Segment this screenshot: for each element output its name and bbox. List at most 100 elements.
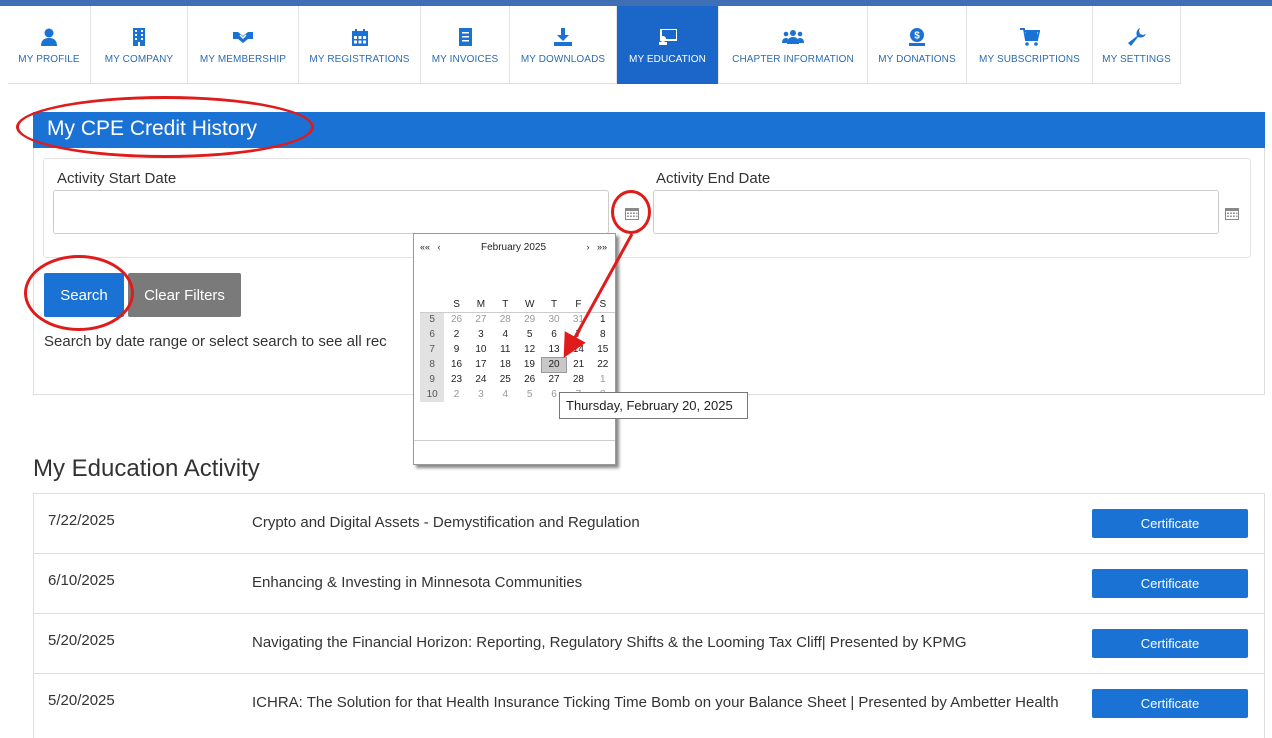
next-month-button[interactable]: ›: [581, 242, 595, 252]
day-cell[interactable]: 10: [469, 342, 493, 357]
day-cell[interactable]: 4: [493, 387, 517, 402]
day-cell[interactable]: 5: [518, 327, 542, 342]
day-cell[interactable]: 11: [493, 342, 517, 357]
nav-item-my-registrations[interactable]: MY REGISTRATIONS: [299, 6, 421, 84]
week-number: 5: [420, 312, 445, 327]
certificate-button[interactable]: Certificate: [1092, 569, 1248, 598]
day-cell[interactable]: 6: [542, 327, 566, 342]
nav-label: MY INVOICES: [431, 54, 499, 65]
weekday-label: F: [566, 297, 591, 313]
download-icon: [552, 26, 574, 48]
activity-title: Crypto and Digital Assets - Demystificat…: [252, 514, 640, 531]
prev-month-button[interactable]: ‹: [432, 242, 446, 252]
education-activity-title: My Education Activity: [33, 455, 260, 482]
day-cell[interactable]: 27: [469, 312, 493, 327]
invoice-icon: [454, 26, 476, 48]
nav-item-my-company[interactable]: MY COMPANY: [91, 6, 188, 84]
education-icon: [657, 26, 679, 48]
activity-date: 5/20/2025: [48, 632, 115, 649]
next-year-button[interactable]: »»: [595, 242, 609, 252]
day-cell-selected[interactable]: 20: [541, 356, 567, 373]
month-title[interactable]: February 2025: [446, 242, 581, 253]
day-cell[interactable]: 5: [518, 387, 542, 402]
day-cell[interactable]: 28: [493, 312, 517, 327]
nav-item-my-subscriptions[interactable]: MY SUBSCRIPTIONS: [967, 6, 1093, 84]
nav-label: MY MEMBERSHIP: [199, 54, 287, 65]
day-cell[interactable]: 8: [591, 327, 615, 342]
day-cell[interactable]: 28: [566, 372, 590, 387]
date-grid: S M T W T F S 5 26 27 28 29 30 31 1 6 2 …: [420, 297, 615, 402]
nav-label: MY COMPANY: [104, 54, 174, 65]
search-button[interactable]: Search: [44, 273, 124, 317]
day-cell[interactable]: 27: [542, 372, 566, 387]
nav-item-my-education[interactable]: MY EDUCATION: [617, 6, 719, 84]
day-cell[interactable]: 25: [493, 372, 517, 387]
day-cell[interactable]: 26: [518, 372, 542, 387]
week-number: 8: [420, 357, 445, 372]
day-cell[interactable]: 15: [591, 342, 615, 357]
activity-title: ICHRA: The Solution for that Health Insu…: [252, 694, 1059, 711]
activity-row: 5/20/2025 Navigating the Financial Horiz…: [33, 614, 1265, 674]
day-cell[interactable]: 31: [566, 312, 590, 327]
day-cell[interactable]: 1: [591, 312, 615, 327]
week-number-header: [420, 297, 445, 313]
end-calendar-icon[interactable]: [1225, 207, 1239, 220]
week-row: 8 16 17 18 19 20 21 22: [420, 356, 615, 373]
prev-year-button[interactable]: ««: [418, 242, 432, 252]
day-cell[interactable]: 23: [444, 372, 468, 387]
account-nav: MY PROFILE MY COMPANY MY MEMBERSHIP MY R…: [8, 6, 1181, 84]
day-cell[interactable]: 2: [444, 387, 468, 402]
day-cell[interactable]: 3: [469, 387, 493, 402]
certificate-button[interactable]: Certificate: [1092, 629, 1248, 658]
nav-item-my-settings[interactable]: MY SETTINGS: [1093, 6, 1181, 84]
clear-filters-button[interactable]: Clear Filters: [128, 273, 241, 317]
day-cell[interactable]: 21: [566, 357, 590, 372]
day-cell[interactable]: 2: [444, 327, 468, 342]
day-cell[interactable]: 22: [591, 357, 615, 372]
day-cell[interactable]: 29: [518, 312, 542, 327]
day-cell[interactable]: 17: [469, 357, 493, 372]
nav-item-my-downloads[interactable]: MY DOWNLOADS: [510, 6, 617, 84]
certificate-button[interactable]: Certificate: [1092, 509, 1248, 538]
day-cell[interactable]: 30: [542, 312, 566, 327]
week-number: 6: [420, 327, 445, 342]
day-cell[interactable]: 1: [591, 372, 615, 387]
day-cell[interactable]: 26: [444, 312, 468, 327]
day-cell[interactable]: 13: [542, 342, 566, 357]
date-picker-popup: «« ‹ February 2025 › »» S M T W T F S 5 …: [413, 233, 616, 465]
day-cell[interactable]: 9: [444, 342, 468, 357]
nav-item-my-membership[interactable]: MY MEMBERSHIP: [188, 6, 299, 84]
week-row: 7 9 10 11 12 13 14 15: [420, 342, 615, 357]
nav-item-my-donations[interactable]: $ MY DONATIONS: [868, 6, 967, 84]
day-cell[interactable]: 4: [493, 327, 517, 342]
day-cell[interactable]: 18: [493, 357, 517, 372]
start-calendar-icon[interactable]: [625, 207, 639, 220]
day-cell[interactable]: 14: [566, 342, 590, 357]
activity-row: 6/10/2025 Enhancing & Investing in Minne…: [33, 554, 1265, 614]
nav-item-my-profile[interactable]: MY PROFILE: [8, 6, 91, 84]
handshake-icon: [232, 26, 254, 48]
day-cell[interactable]: 16: [444, 357, 468, 372]
certificate-button[interactable]: Certificate: [1092, 689, 1248, 718]
nav-label: MY PROFILE: [18, 54, 80, 65]
start-date-input[interactable]: [53, 190, 609, 234]
nav-label: CHAPTER INFORMATION: [732, 54, 854, 65]
day-cell[interactable]: 19: [518, 357, 542, 372]
day-cell[interactable]: 12: [518, 342, 542, 357]
week-number: 10: [420, 387, 445, 402]
end-date-label: Activity End Date: [656, 170, 771, 187]
nav-label: MY EDUCATION: [629, 54, 706, 65]
nav-item-my-invoices[interactable]: MY INVOICES: [421, 6, 510, 84]
date-picker-header: «« ‹ February 2025 › »»: [414, 234, 615, 260]
wrench-icon: [1126, 26, 1148, 48]
week-row: 6 2 3 4 5 6 7 8: [420, 327, 615, 342]
day-cell[interactable]: 24: [469, 372, 493, 387]
activity-title: Enhancing & Investing in Minnesota Commu…: [252, 574, 583, 591]
week-number: 7: [420, 342, 445, 357]
day-cell[interactable]: 7: [566, 327, 590, 342]
nav-label: MY SUBSCRIPTIONS: [979, 54, 1080, 65]
nav-item-chapter-information[interactable]: CHAPTER INFORMATION: [719, 6, 868, 84]
activity-list: 7/22/2025 Crypto and Digital Assets - De…: [33, 493, 1265, 738]
end-date-input[interactable]: [653, 190, 1219, 234]
day-cell[interactable]: 3: [469, 327, 493, 342]
